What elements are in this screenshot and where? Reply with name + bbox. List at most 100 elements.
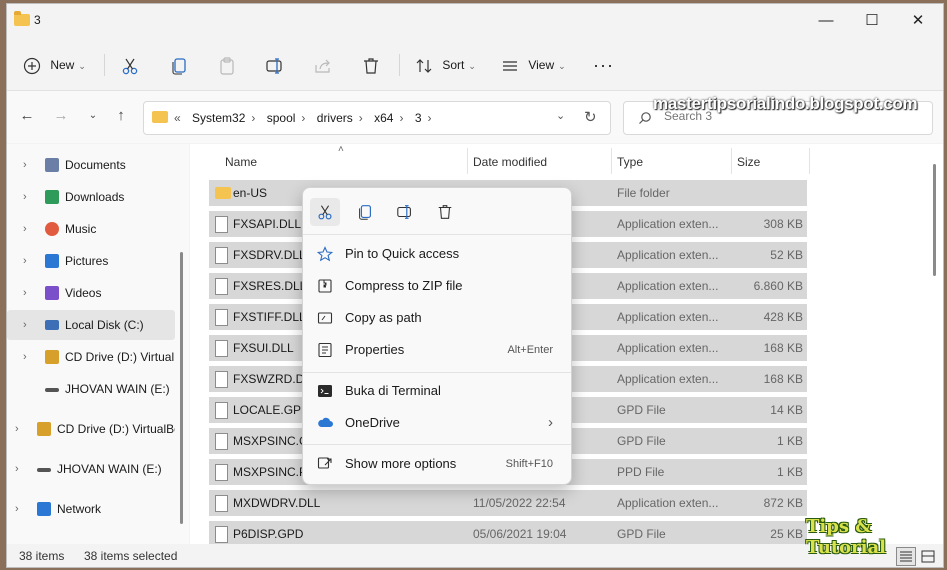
file-type: File folder (617, 186, 670, 200)
maximize-button[interactable]: ☐ (849, 4, 895, 38)
menu-item-show-more-options[interactable]: Show more options Shift+F10 (307, 449, 567, 479)
new-label: New (50, 58, 75, 72)
folder-icon (215, 187, 231, 199)
context-delete-button[interactable] (430, 198, 460, 226)
back-button[interactable]: ← (15, 104, 39, 128)
crumb-x64[interactable]: x64 (374, 111, 393, 125)
context-rename-button[interactable] (390, 198, 420, 226)
menu-item-copy-as-path[interactable]: Copy as path (307, 303, 567, 333)
file-size: 14 KB (770, 403, 803, 417)
refresh-icon[interactable]: ↻ (584, 108, 597, 126)
file-icon (215, 309, 228, 326)
properties-icon (318, 342, 332, 358)
copy-button[interactable] (169, 48, 189, 82)
view-icon (503, 61, 517, 71)
nav-item-cd-drive[interactable]: ›CD Drive (D:) VirtualBox (7, 342, 175, 372)
crumb-system32[interactable]: System32 (192, 111, 245, 125)
menu-item-label: Pin to Quick access (345, 246, 460, 261)
file-list-scrollbar[interactable] (933, 164, 936, 276)
view-button[interactable]: View ⌄ (501, 48, 566, 82)
file-icon (215, 371, 228, 388)
menu-item-compress-zip[interactable]: Compress to ZIP file (307, 271, 567, 301)
column-divider[interactable] (731, 148, 732, 174)
context-cut-button[interactable] (310, 198, 340, 226)
nav-scrollbar[interactable] (180, 252, 183, 524)
column-divider[interactable] (809, 148, 810, 174)
chevron-down-icon[interactable]: ⌄ (556, 109, 565, 122)
column-divider[interactable] (467, 148, 468, 174)
minimize-button[interactable]: — (803, 4, 849, 38)
search-icon (639, 112, 651, 124)
copy-path-icon (317, 312, 333, 324)
watermark: mastertipsorialindo.blogspot.com (653, 94, 918, 113)
see-more-button[interactable]: ··· (593, 48, 614, 82)
column-header-type[interactable]: Type (617, 148, 643, 176)
sort-button[interactable]: Sort ⌄ (415, 48, 476, 82)
tips-tutorial-logo: Tips & Tutorial (806, 516, 886, 558)
rename-button[interactable] (265, 48, 285, 82)
menu-divider (303, 444, 571, 445)
pictures-icon (45, 254, 59, 268)
copy-icon (172, 58, 186, 75)
nav-item-network[interactable]: › Network (7, 494, 175, 524)
address-bar[interactable]: « System32 › spool › drivers › x64 › 3 › ⌄ ↻ (143, 101, 611, 135)
chevron-right-icon: › (548, 414, 553, 431)
crumb-3[interactable]: 3 (415, 111, 422, 125)
nav-item-cd-drive[interactable]: ›CD Drive (D:) VirtualBox (7, 414, 175, 444)
forward-button[interactable]: → (49, 104, 73, 128)
delete-icon (364, 58, 378, 74)
up-button[interactable]: ↑ (109, 104, 133, 128)
menu-item-pin-quick-access[interactable]: Pin to Quick access (307, 239, 567, 269)
share-icon (315, 59, 330, 73)
delete-button[interactable] (361, 48, 381, 82)
file-icon (215, 526, 228, 543)
nav-item-documents[interactable]: › Documents (7, 150, 175, 180)
context-menu: Pin to Quick access Compress to ZIP file… (302, 187, 572, 485)
status-bar: 38 items 38 items selected (7, 544, 943, 567)
command-bar: New ⌄ Sort ⌄ View ⌄ ··· (7, 40, 943, 91)
nav-item-videos[interactable]: › Videos (7, 278, 175, 308)
menu-item-onedrive[interactable]: OneDrive › (307, 408, 567, 438)
paste-button[interactable] (217, 48, 237, 82)
nav-item-pictures[interactable]: › Pictures (7, 246, 175, 276)
menu-item-label: Properties (345, 342, 405, 357)
column-header-name[interactable]: Name (225, 148, 257, 176)
file-icon (215, 278, 228, 295)
more-icon: ··· (593, 55, 614, 75)
column-header-size[interactable]: Size (737, 148, 760, 176)
shortcut-label: Alt+Enter (507, 344, 553, 356)
crumb-spool[interactable]: spool (267, 111, 296, 125)
context-copy-button[interactable] (350, 198, 380, 226)
nav-item-label: Local Disk (C:) (65, 318, 144, 332)
item-count: 38 items (19, 549, 65, 563)
nav-item-label: Videos (65, 286, 102, 300)
sort-ascending-icon: ˄ (338, 144, 344, 155)
menu-item-open-terminal[interactable]: Buka di Terminal (307, 376, 567, 406)
column-divider[interactable] (611, 148, 612, 174)
menu-item-properties[interactable]: Properties Alt+Enter (307, 335, 567, 365)
toolbar-divider (399, 54, 400, 76)
column-header-date[interactable]: Date modified (473, 148, 547, 176)
share-button[interactable] (313, 48, 333, 82)
table-row[interactable]: MXDWDRV.DLL 11/05/2022 22:54 Application e… (209, 490, 807, 516)
nav-item-local-disk[interactable]: › Local Disk (C:) (7, 310, 175, 340)
file-size: 872 KB (763, 496, 803, 510)
folder-icon (152, 111, 168, 123)
nav-item-usb-drive[interactable]: › JHOVAN WAIN (E:) (7, 454, 175, 484)
close-button[interactable]: ✕ (895, 4, 941, 38)
nav-item-music[interactable]: › Music (7, 214, 175, 244)
nav-item-label: Network (57, 502, 102, 516)
menu-item-label: Copy as path (345, 310, 422, 325)
crumb-drivers[interactable]: drivers (317, 111, 353, 125)
overflow-crumb[interactable]: « (174, 111, 181, 125)
recent-locations-button[interactable]: ⌄ (81, 104, 105, 128)
menu-item-label: OneDrive (345, 415, 400, 430)
nav-item-usb-drive[interactable]: JHOVAN WAIN (E:) (7, 374, 175, 404)
new-button[interactable]: New ⌄ (23, 48, 86, 82)
nav-item-downloads[interactable]: › Downloads (7, 182, 175, 212)
local-disk-icon (45, 320, 59, 330)
cut-icon (122, 58, 138, 75)
cut-button[interactable] (120, 48, 140, 82)
downloads-icon (45, 190, 59, 204)
file-icon (215, 216, 228, 233)
